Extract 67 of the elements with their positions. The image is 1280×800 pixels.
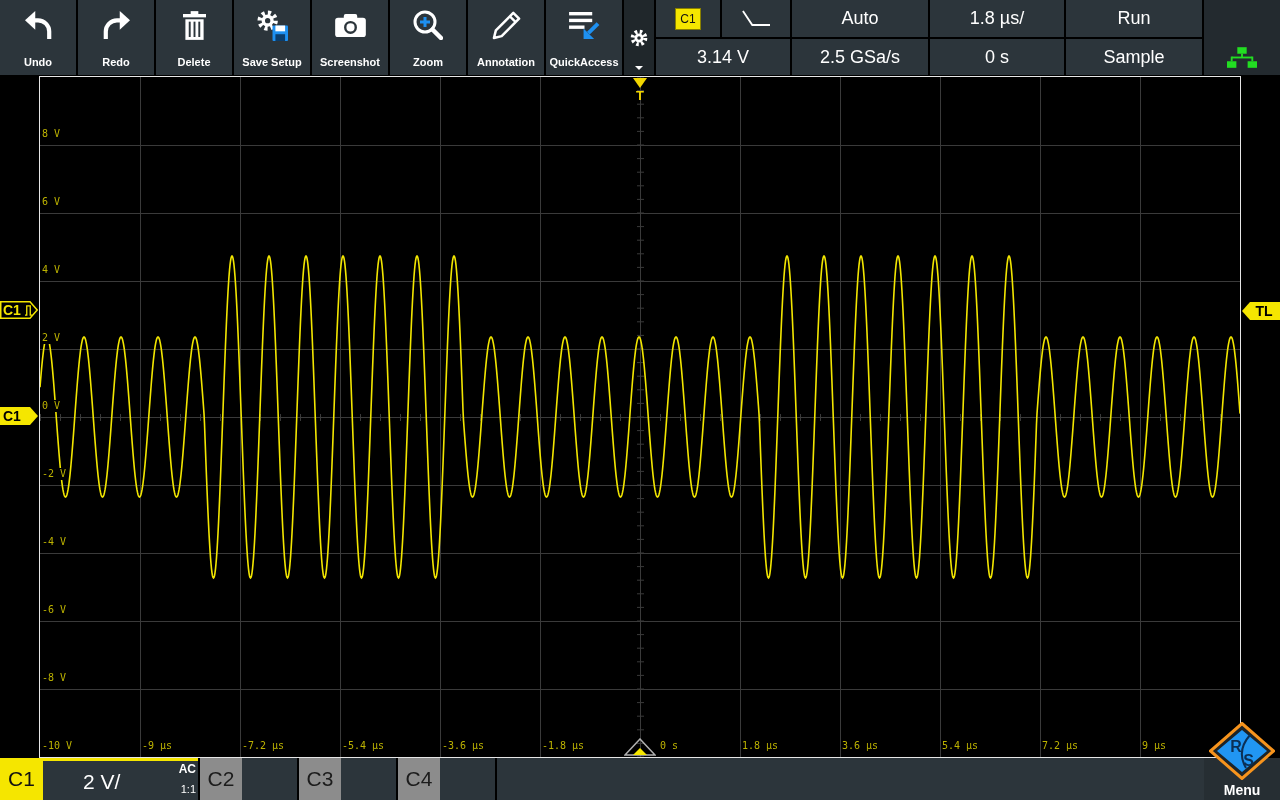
axis-label: 0 s	[660, 740, 679, 752]
sample-rate-button[interactable]: 2.5 GSa/s	[792, 39, 928, 75]
channel-marker[interactable]: C1	[0, 407, 38, 425]
gear-floppy-icon	[256, 9, 288, 41]
axis-label: -8 V	[42, 672, 68, 684]
trigger-level-marker[interactable]: TL	[1242, 302, 1280, 320]
channel-button[interactable]: C1	[0, 758, 43, 800]
settings-icon	[630, 29, 648, 47]
axis-label: -2 V	[42, 468, 68, 480]
acquisition-mode-button[interactable]: Sample	[1066, 39, 1202, 75]
axis-label: -6 V	[42, 604, 68, 616]
quick-access-button[interactable]: QuickAccess	[546, 0, 622, 75]
axis-label: 3.6 µs	[842, 740, 879, 752]
redo-button[interactable]: Redo	[78, 0, 154, 75]
pulse-icon	[24, 304, 32, 316]
undo-icon	[24, 11, 52, 39]
axis-label: -4 V	[42, 536, 68, 548]
channel-badge: C1	[675, 7, 701, 30]
time-scale-button[interactable]: 1.8 µs/	[930, 0, 1064, 37]
channel-settings-panel[interactable]: 2 V/ AC 1:1	[43, 758, 198, 800]
delete-button[interactable]: Delete	[156, 0, 232, 75]
trash-icon	[182, 10, 206, 40]
axis-label: 9 µs	[1142, 740, 1167, 752]
trigger-slope-button[interactable]	[722, 0, 790, 37]
channel-button[interactable]: C3	[299, 758, 341, 800]
probe-ratio: 1:1	[180, 782, 196, 796]
axis-label: 2 V	[42, 332, 62, 344]
axis-label: 4 V	[42, 264, 62, 276]
save-setup-button[interactable]: Save Setup	[234, 0, 310, 75]
falling-edge-icon	[742, 10, 770, 27]
axis-label: 5.4 µs	[942, 740, 979, 752]
zoom-in-icon	[413, 10, 443, 40]
trigger-source-button[interactable]: C1	[656, 0, 720, 37]
axis-label: -7.2 µs	[242, 740, 285, 752]
axis-label: -10 V	[42, 740, 74, 752]
axis-label: -5.4 µs	[342, 740, 385, 752]
camera-icon	[334, 13, 366, 37]
redo-icon	[102, 11, 130, 39]
network-icon	[1227, 47, 1257, 68]
axis-label: 7.2 µs	[1042, 740, 1079, 752]
axis-label: 6 V	[42, 196, 62, 208]
zoom-button[interactable]: Zoom	[390, 0, 466, 75]
run-state-button[interactable]: Run	[1066, 0, 1202, 37]
channel-button[interactable]: C4	[398, 758, 440, 800]
axis-label: -1.8 µs	[542, 740, 585, 752]
axis-label: 1.8 µs	[742, 740, 779, 752]
triangle-marker-icon[interactable]	[624, 738, 656, 756]
undo-button[interactable]: Undo	[0, 0, 76, 75]
annotation-button[interactable]: Annotation	[468, 0, 544, 75]
caret-icon	[635, 66, 643, 70]
axis-label: -3.6 µs	[442, 740, 485, 752]
time-position-button[interactable]: 0 s	[930, 39, 1064, 75]
channel-button[interactable]: C2	[200, 758, 242, 800]
axis-label: 8 V	[42, 128, 62, 140]
coupling-label: AC	[178, 762, 196, 776]
pencil-icon	[491, 10, 521, 40]
trigger-level-button[interactable]: 3.14 V	[656, 39, 790, 75]
settings-button[interactable]	[624, 0, 654, 75]
list-arrow-icon	[568, 11, 600, 39]
trigger-mode-button[interactable]: Auto	[792, 0, 928, 37]
vertical-scale: 2 V/	[83, 769, 121, 795]
menu-button[interactable]: R S Menu	[1204, 722, 1280, 800]
axis-label: -9 µs	[142, 740, 173, 752]
diamond-logo: R S	[1209, 722, 1275, 780]
axis-label: 0 V	[42, 400, 62, 412]
trigger-level-marker[interactable]: C1	[0, 301, 38, 319]
screenshot-button[interactable]: Screenshot	[312, 0, 388, 75]
